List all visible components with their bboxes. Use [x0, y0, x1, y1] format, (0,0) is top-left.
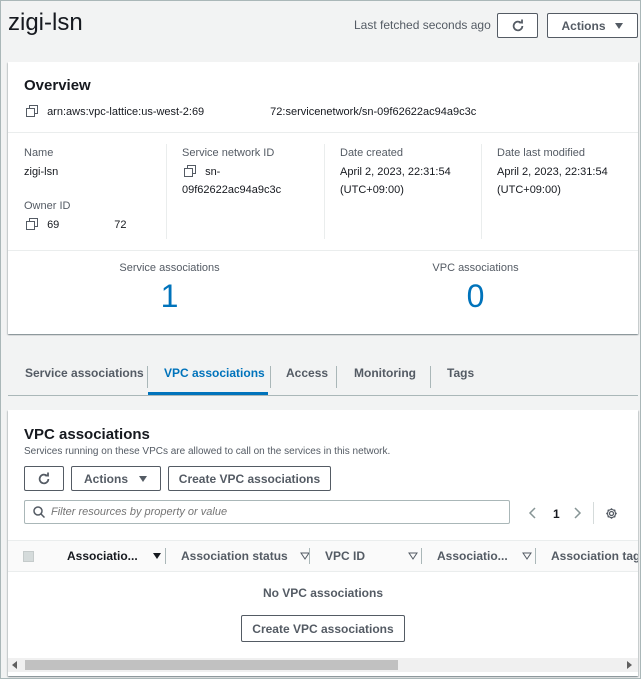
- vpc-associations-label: VPC associations: [432, 262, 519, 274]
- arn-row: arn:aws:vpc-lattice:us-west-2:69 72:serv…: [26, 105, 476, 118]
- service-associations-summary: Service associations 1: [68, 262, 271, 315]
- actions-dropdown-button[interactable]: Actions: [547, 13, 638, 38]
- column-header-association-tags[interactable]: Association tags: [551, 541, 638, 571]
- chevron-right-icon[interactable]: [574, 507, 582, 519]
- vpc-associations-summary: VPC associations 0: [374, 262, 577, 315]
- horizontal-scrollbar[interactable]: [8, 658, 638, 672]
- panel-refresh-button[interactable]: [24, 466, 64, 491]
- service-associations-label: Service associations: [119, 262, 220, 274]
- owner-id-value: 69 72: [47, 219, 127, 231]
- service-network-id-label: Service network ID: [182, 147, 275, 159]
- tab-tags[interactable]: Tags: [447, 358, 474, 388]
- table-header: Associatio... Association status VPC ID …: [8, 540, 638, 572]
- create-vpc-associations-button[interactable]: Create VPC associations: [168, 466, 331, 491]
- caret-down-icon: [614, 22, 623, 29]
- column-header-vpc-id[interactable]: VPC ID: [325, 541, 418, 571]
- panel-title: VPC associations: [24, 426, 150, 443]
- tab-access[interactable]: Access: [286, 358, 328, 388]
- arn-value: arn:aws:vpc-lattice:us-west-2:69 72:serv…: [47, 106, 477, 118]
- tabs-bar: Service associations VPC associations Ac…: [8, 358, 638, 396]
- caret-down-icon: [139, 475, 147, 482]
- empty-create-vpc-associations-button[interactable]: Create VPC associations: [241, 615, 405, 642]
- scrollbar-thumb[interactable]: [25, 660, 398, 670]
- gear-icon[interactable]: [605, 507, 618, 520]
- copy-icon[interactable]: [184, 165, 196, 177]
- name-value: zigi-lsn: [24, 166, 59, 178]
- tab-vpc-associations[interactable]: VPC associations: [164, 358, 265, 388]
- tab-service-associations[interactable]: Service associations: [25, 358, 144, 388]
- date-created-label: Date created: [340, 147, 403, 159]
- select-all-checkbox[interactable]: [23, 551, 34, 562]
- tab-monitoring[interactable]: Monitoring: [354, 358, 416, 388]
- date-modified-line1: April 2, 2023, 22:31:54: [497, 166, 608, 178]
- search-icon: [33, 506, 45, 518]
- actions-button-label: Actions: [561, 18, 606, 33]
- owner-id-row: 69 72: [26, 216, 127, 234]
- refresh-icon: [512, 19, 523, 31]
- vpc-associations-count[interactable]: 0: [374, 278, 577, 315]
- column-header-association[interactable]: Associatio...: [67, 541, 162, 571]
- refresh-button[interactable]: [497, 13, 538, 38]
- column-header-association-2[interactable]: Associatio...: [437, 541, 532, 571]
- page-title: zigi-lsn: [8, 9, 83, 36]
- page-number[interactable]: 1: [553, 507, 560, 521]
- column-header-association-status[interactable]: Association status: [181, 541, 310, 571]
- date-created-line2: (UTC+09:00): [340, 184, 404, 196]
- last-fetched-text: Last fetched seconds ago: [354, 18, 491, 32]
- sort-icon: [521, 552, 532, 560]
- panel-actions-button[interactable]: Actions: [71, 466, 161, 491]
- date-modified-line2: (UTC+09:00): [497, 184, 561, 196]
- service-network-id-line1: sn-: [205, 166, 221, 178]
- search-input[interactable]: [51, 504, 501, 520]
- date-created-line1: April 2, 2023, 22:31:54: [340, 166, 451, 178]
- empty-state-text: No VPC associations: [262, 586, 384, 600]
- chevron-left-icon[interactable]: [528, 507, 536, 519]
- name-label: Name: [24, 147, 54, 159]
- owner-id-label: Owner ID: [24, 200, 71, 212]
- sort-descending-icon: [152, 553, 161, 559]
- scroll-right-icon[interactable]: [626, 661, 632, 669]
- overview-title: Overview: [24, 77, 91, 94]
- sort-icon: [408, 552, 418, 560]
- service-network-id-row: sn-: [184, 163, 220, 181]
- copy-icon[interactable]: [26, 218, 38, 230]
- refresh-icon: [38, 472, 50, 484]
- panel-description: Services running on these VPCs are allow…: [24, 446, 391, 457]
- copy-icon[interactable]: [26, 105, 38, 117]
- date-modified-label: Date last modified: [497, 147, 586, 159]
- service-associations-count[interactable]: 1: [68, 278, 271, 315]
- service-network-id-line2: 09f62622ac94a9c3c: [182, 184, 282, 196]
- search-field[interactable]: [24, 500, 510, 524]
- scroll-left-icon[interactable]: [12, 661, 18, 669]
- overview-card: Overview arn:aws:vpc-lattice:us-west-2:6…: [8, 62, 638, 334]
- panel-actions-label: Actions: [83, 471, 128, 486]
- vpc-associations-panel: VPC associations Services running on the…: [8, 410, 638, 676]
